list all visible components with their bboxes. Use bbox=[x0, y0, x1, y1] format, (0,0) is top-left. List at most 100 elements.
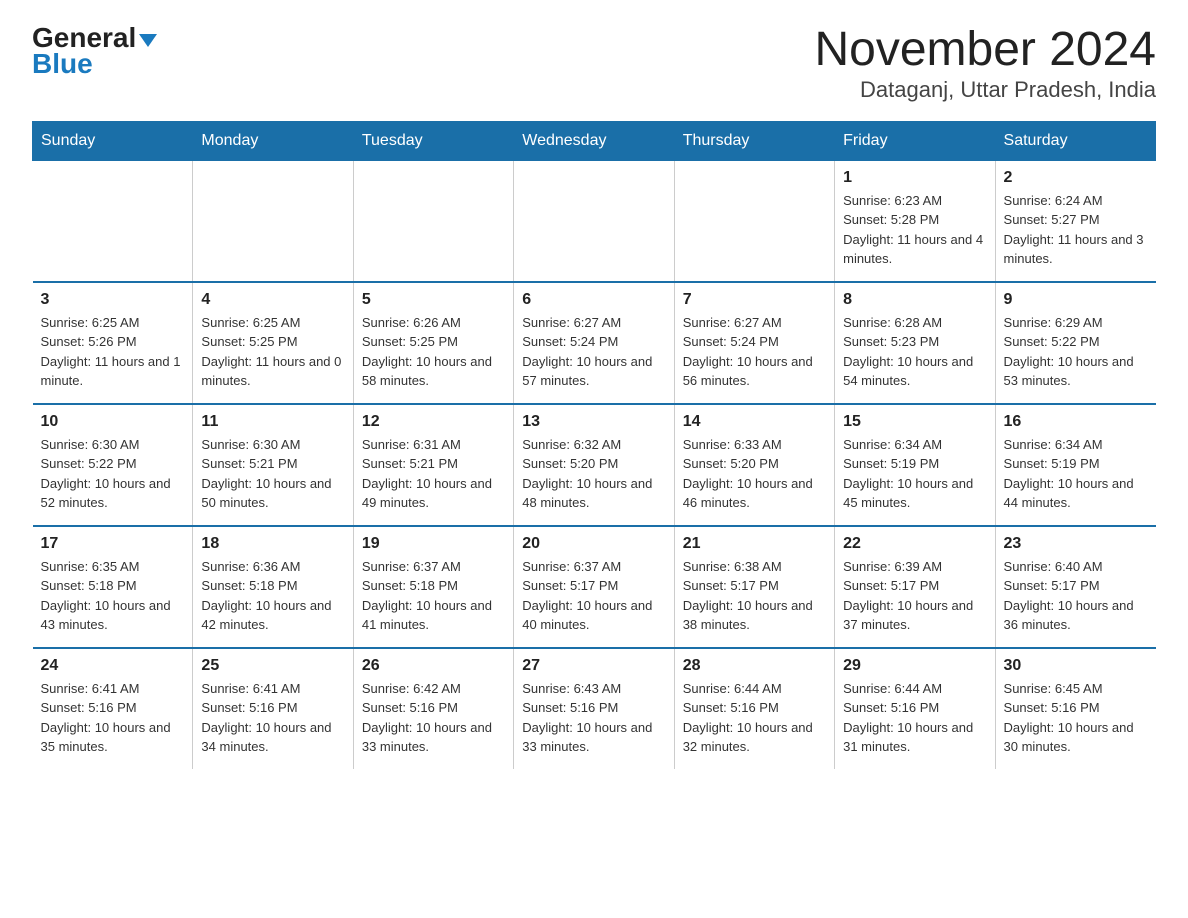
day-info: Sunrise: 6:37 AM Sunset: 5:18 PM Dayligh… bbox=[362, 557, 505, 635]
day-number: 3 bbox=[41, 291, 185, 309]
day-number: 11 bbox=[201, 413, 344, 431]
day-info: Sunrise: 6:30 AM Sunset: 5:22 PM Dayligh… bbox=[41, 435, 185, 513]
day-info: Sunrise: 6:31 AM Sunset: 5:21 PM Dayligh… bbox=[362, 435, 505, 513]
weekday-header: Saturday bbox=[995, 121, 1155, 160]
day-info: Sunrise: 6:23 AM Sunset: 5:28 PM Dayligh… bbox=[843, 191, 986, 269]
day-number: 14 bbox=[683, 413, 826, 431]
calendar-cell: 6 Sunrise: 6:27 AM Sunset: 5:24 PM Daylig… bbox=[514, 282, 674, 404]
calendar-cell: 30Sunrise: 6:45 AM Sunset: 5:16 PM Dayli… bbox=[995, 648, 1155, 769]
day-info: Sunrise: 6:34 AM Sunset: 5:19 PM Dayligh… bbox=[1004, 435, 1148, 513]
weekday-header: Tuesday bbox=[353, 121, 513, 160]
calendar-cell: 14Sunrise: 6:33 AM Sunset: 5:20 PM Dayli… bbox=[674, 404, 834, 526]
calendar-cell: 21Sunrise: 6:38 AM Sunset: 5:17 PM Dayli… bbox=[674, 526, 834, 648]
day-number: 1 bbox=[843, 169, 986, 187]
logo-blue: Blue bbox=[32, 48, 93, 80]
calendar-cell: 28Sunrise: 6:44 AM Sunset: 5:16 PM Dayli… bbox=[674, 648, 834, 769]
day-number: 12 bbox=[362, 413, 505, 431]
day-info: Sunrise: 6:39 AM Sunset: 5:17 PM Dayligh… bbox=[843, 557, 986, 635]
day-number: 16 bbox=[1004, 413, 1148, 431]
day-info: Sunrise: 6:25 AM Sunset: 5:25 PM Dayligh… bbox=[201, 313, 344, 391]
day-number: 4 bbox=[201, 291, 344, 309]
day-info: Sunrise: 6:28 AM Sunset: 5:23 PM Dayligh… bbox=[843, 313, 986, 391]
calendar-week-row: 10 Sunrise: 6:30 AM Sunset: 5:22 PM Dayli… bbox=[33, 404, 1156, 526]
day-info: Sunrise: 6:43 AM Sunset: 5:16 PM Dayligh… bbox=[522, 679, 665, 757]
calendar-cell: 24 Sunrise: 6:41 AM Sunset: 5:16 PM Dayli… bbox=[33, 648, 193, 769]
weekday-header: Thursday bbox=[674, 121, 834, 160]
weekday-header: Monday bbox=[193, 121, 353, 160]
calendar-cell: 7 Sunrise: 6:27 AM Sunset: 5:24 PM Daylig… bbox=[674, 282, 834, 404]
day-number: 23 bbox=[1004, 535, 1148, 553]
calendar-cell bbox=[353, 160, 513, 282]
day-number: 25 bbox=[201, 657, 344, 675]
day-number: 22 bbox=[843, 535, 986, 553]
calendar-cell: 9Sunrise: 6:29 AM Sunset: 5:22 PM Daylig… bbox=[995, 282, 1155, 404]
calendar-cell: 13 Sunrise: 6:32 AM Sunset: 5:20 PM Dayli… bbox=[514, 404, 674, 526]
calendar-cell: 29 Sunrise: 6:44 AM Sunset: 5:16 PM Dayli… bbox=[835, 648, 995, 769]
day-number: 24 bbox=[41, 657, 185, 675]
day-number: 21 bbox=[683, 535, 826, 553]
day-number: 20 bbox=[522, 535, 665, 553]
day-info: Sunrise: 6:26 AM Sunset: 5:25 PM Dayligh… bbox=[362, 313, 505, 391]
calendar-cell: 8 Sunrise: 6:28 AM Sunset: 5:23 PM Daylig… bbox=[835, 282, 995, 404]
day-info: Sunrise: 6:44 AM Sunset: 5:16 PM Dayligh… bbox=[683, 679, 826, 757]
page-header: General Blue November 2024 Dataganj, Utt… bbox=[32, 24, 1156, 103]
day-number: 6 bbox=[522, 291, 665, 309]
page-subtitle: Dataganj, Uttar Pradesh, India bbox=[814, 77, 1156, 103]
day-number: 2 bbox=[1004, 169, 1148, 187]
day-info: Sunrise: 6:42 AM Sunset: 5:16 PM Dayligh… bbox=[362, 679, 505, 757]
calendar-cell: 25 Sunrise: 6:41 AM Sunset: 5:16 PM Dayli… bbox=[193, 648, 353, 769]
day-info: Sunrise: 6:34 AM Sunset: 5:19 PM Dayligh… bbox=[843, 435, 986, 513]
calendar-cell: 19 Sunrise: 6:37 AM Sunset: 5:18 PM Dayli… bbox=[353, 526, 513, 648]
day-info: Sunrise: 6:35 AM Sunset: 5:18 PM Dayligh… bbox=[41, 557, 185, 635]
day-number: 7 bbox=[683, 291, 826, 309]
day-number: 26 bbox=[362, 657, 505, 675]
calendar-cell bbox=[193, 160, 353, 282]
calendar-cell bbox=[33, 160, 193, 282]
day-info: Sunrise: 6:27 AM Sunset: 5:24 PM Dayligh… bbox=[522, 313, 665, 391]
day-info: Sunrise: 6:41 AM Sunset: 5:16 PM Dayligh… bbox=[41, 679, 185, 757]
weekday-header: Wednesday bbox=[514, 121, 674, 160]
day-info: Sunrise: 6:45 AM Sunset: 5:16 PM Dayligh… bbox=[1004, 679, 1148, 757]
day-number: 9 bbox=[1004, 291, 1148, 309]
calendar-cell: 3 Sunrise: 6:25 AM Sunset: 5:26 PM Daylig… bbox=[33, 282, 193, 404]
day-info: Sunrise: 6:30 AM Sunset: 5:21 PM Dayligh… bbox=[201, 435, 344, 513]
calendar-table: SundayMondayTuesdayWednesdayThursdayFrid… bbox=[32, 121, 1156, 769]
calendar-cell: 1 Sunrise: 6:23 AM Sunset: 5:28 PM Daylig… bbox=[835, 160, 995, 282]
calendar-cell: 26 Sunrise: 6:42 AM Sunset: 5:16 PM Dayli… bbox=[353, 648, 513, 769]
calendar-week-row: 1 Sunrise: 6:23 AM Sunset: 5:28 PM Daylig… bbox=[33, 160, 1156, 282]
calendar-cell: 12 Sunrise: 6:31 AM Sunset: 5:21 PM Dayli… bbox=[353, 404, 513, 526]
calendar-cell: 16 Sunrise: 6:34 AM Sunset: 5:19 PM Dayli… bbox=[995, 404, 1155, 526]
page-title: November 2024 bbox=[814, 24, 1156, 77]
day-info: Sunrise: 6:37 AM Sunset: 5:17 PM Dayligh… bbox=[522, 557, 665, 635]
day-number: 27 bbox=[522, 657, 665, 675]
calendar-cell: 5 Sunrise: 6:26 AM Sunset: 5:25 PM Daylig… bbox=[353, 282, 513, 404]
day-info: Sunrise: 6:44 AM Sunset: 5:16 PM Dayligh… bbox=[843, 679, 986, 757]
day-number: 18 bbox=[201, 535, 344, 553]
calendar-cell: 20 Sunrise: 6:37 AM Sunset: 5:17 PM Dayli… bbox=[514, 526, 674, 648]
calendar-cell: 11 Sunrise: 6:30 AM Sunset: 5:21 PM Dayli… bbox=[193, 404, 353, 526]
calendar-week-row: 17 Sunrise: 6:35 AM Sunset: 5:18 PM Dayli… bbox=[33, 526, 1156, 648]
day-info: Sunrise: 6:36 AM Sunset: 5:18 PM Dayligh… bbox=[201, 557, 344, 635]
calendar-cell: 18 Sunrise: 6:36 AM Sunset: 5:18 PM Dayli… bbox=[193, 526, 353, 648]
day-number: 8 bbox=[843, 291, 986, 309]
day-number: 15 bbox=[843, 413, 986, 431]
calendar-header-row: SundayMondayTuesdayWednesdayThursdayFrid… bbox=[33, 121, 1156, 160]
day-number: 5 bbox=[362, 291, 505, 309]
day-info: Sunrise: 6:41 AM Sunset: 5:16 PM Dayligh… bbox=[201, 679, 344, 757]
day-info: Sunrise: 6:25 AM Sunset: 5:26 PM Dayligh… bbox=[41, 313, 185, 391]
day-number: 13 bbox=[522, 413, 665, 431]
day-info: Sunrise: 6:27 AM Sunset: 5:24 PM Dayligh… bbox=[683, 313, 826, 391]
day-number: 10 bbox=[41, 413, 185, 431]
calendar-week-row: 3 Sunrise: 6:25 AM Sunset: 5:26 PM Daylig… bbox=[33, 282, 1156, 404]
day-info: Sunrise: 6:32 AM Sunset: 5:20 PM Dayligh… bbox=[522, 435, 665, 513]
day-number: 17 bbox=[41, 535, 185, 553]
day-number: 29 bbox=[843, 657, 986, 675]
day-number: 19 bbox=[362, 535, 505, 553]
calendar-cell: 15 Sunrise: 6:34 AM Sunset: 5:19 PM Dayli… bbox=[835, 404, 995, 526]
calendar-week-row: 24 Sunrise: 6:41 AM Sunset: 5:16 PM Dayli… bbox=[33, 648, 1156, 769]
day-info: Sunrise: 6:24 AM Sunset: 5:27 PM Dayligh… bbox=[1004, 191, 1148, 269]
calendar-cell: 27 Sunrise: 6:43 AM Sunset: 5:16 PM Dayli… bbox=[514, 648, 674, 769]
calendar-cell: 17 Sunrise: 6:35 AM Sunset: 5:18 PM Dayli… bbox=[33, 526, 193, 648]
logo: General Blue bbox=[32, 24, 157, 80]
calendar-cell: 4 Sunrise: 6:25 AM Sunset: 5:25 PM Daylig… bbox=[193, 282, 353, 404]
